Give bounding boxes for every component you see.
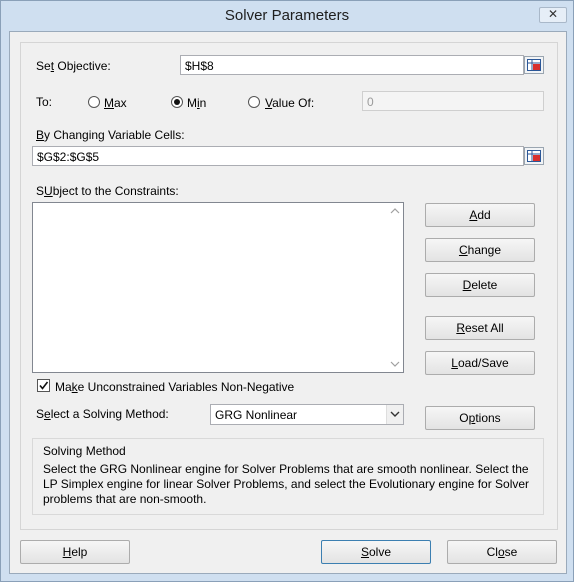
max-label: Max bbox=[104, 96, 127, 110]
solver-parameters-dialog: Solver Parameters ✕ Set Objective: $H$8 … bbox=[0, 0, 574, 582]
close-button[interactable]: Close bbox=[447, 540, 557, 564]
nonnegative-checkbox[interactable] bbox=[37, 379, 50, 392]
title-bar: Solver Parameters ✕ bbox=[1, 1, 573, 31]
value-of-input[interactable]: 0 bbox=[362, 91, 544, 111]
range-select-icon bbox=[527, 150, 541, 162]
changing-cells-input[interactable]: $G$2:$G$5 bbox=[32, 146, 524, 166]
min-label: Min bbox=[187, 96, 207, 110]
to-label: To: bbox=[36, 95, 53, 109]
solving-method-group: Solving Method Select the GRG Nonlinear … bbox=[32, 438, 544, 515]
value-of-label: Value Of: bbox=[265, 96, 315, 110]
changing-cells-collapse-button[interactable] bbox=[524, 147, 544, 165]
reset-all-button[interactable]: Reset All bbox=[425, 316, 535, 340]
options-button[interactable]: Options bbox=[425, 406, 535, 430]
change-button[interactable]: Change bbox=[425, 238, 535, 262]
chevron-down-icon[interactable] bbox=[386, 405, 403, 424]
solving-method-title: Solving Method bbox=[43, 444, 126, 458]
constraints-list[interactable] bbox=[32, 202, 404, 373]
constraints-scrollbar[interactable] bbox=[387, 203, 403, 372]
solve-button[interactable]: Solve bbox=[321, 540, 431, 564]
solving-method-label: Select a Solving Method: bbox=[36, 407, 169, 421]
nonnegative-label: Make Unconstrained Variables Non-Negativ… bbox=[55, 380, 295, 394]
solving-method-description: Select the GRG Nonlinear engine for Solv… bbox=[43, 462, 530, 506]
scroll-arrows-icon bbox=[390, 208, 400, 367]
objective-input[interactable]: $H$8 bbox=[180, 55, 524, 75]
min-radio[interactable] bbox=[171, 96, 183, 108]
value-of-radio[interactable] bbox=[248, 96, 260, 108]
help-button[interactable]: Help bbox=[20, 540, 130, 564]
changing-cells-label: By Changing Variable Cells: bbox=[36, 128, 185, 142]
close-icon[interactable]: ✕ bbox=[539, 7, 567, 23]
dialog-body: Set Objective: $H$8 To: Max Min Value Of… bbox=[9, 31, 567, 574]
dialog-title: Solver Parameters bbox=[224, 7, 350, 24]
solving-method-select[interactable]: GRG Nonlinear bbox=[210, 404, 404, 425]
objective-collapse-button[interactable] bbox=[524, 56, 544, 74]
delete-button[interactable]: Delete bbox=[425, 273, 535, 297]
set-objective-label: Set Objective: bbox=[36, 59, 111, 73]
constraints-label: SUbject to the Constraints: bbox=[36, 184, 179, 198]
range-select-icon bbox=[527, 59, 541, 71]
load-save-button[interactable]: Load/Save bbox=[425, 351, 535, 375]
add-button[interactable]: Add bbox=[425, 203, 535, 227]
checkmark-icon bbox=[39, 381, 49, 390]
solving-method-value: GRG Nonlinear bbox=[215, 408, 298, 422]
max-radio[interactable] bbox=[88, 96, 100, 108]
